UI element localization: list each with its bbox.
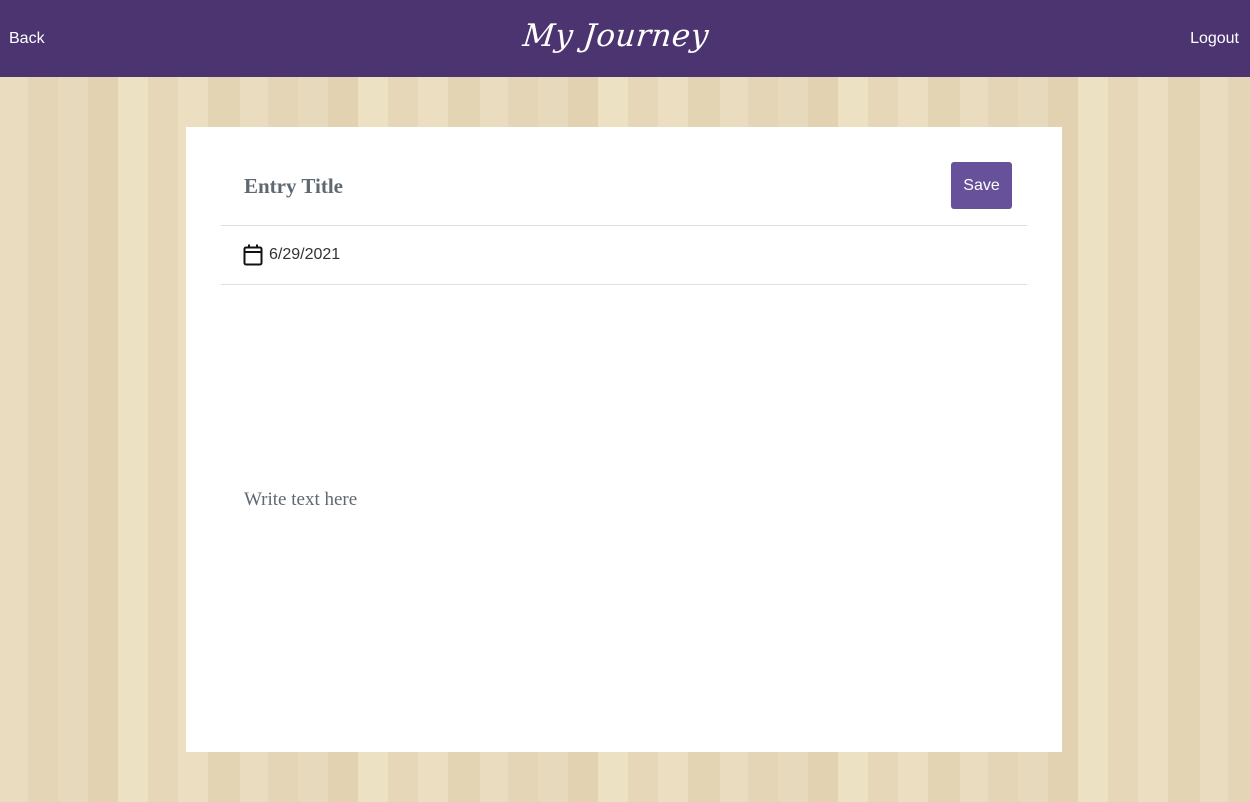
logout-link[interactable]: Logout xyxy=(1190,28,1239,50)
calendar-icon[interactable] xyxy=(243,244,263,266)
journal-entry-card: Save 6/29/2021 xyxy=(186,127,1062,752)
save-button[interactable]: Save xyxy=(951,162,1012,209)
title-row: Save xyxy=(221,127,1027,226)
entry-title-input[interactable] xyxy=(244,172,744,200)
entry-body-input[interactable] xyxy=(244,487,1004,517)
top-navbar: Back My Journey Logout xyxy=(0,0,1250,77)
app-logo[interactable]: My Journey xyxy=(0,14,1250,58)
date-row: 6/29/2021 xyxy=(221,226,1027,285)
app-logo-text: My Journey xyxy=(521,18,711,54)
entry-date[interactable]: 6/29/2021 xyxy=(269,244,340,266)
